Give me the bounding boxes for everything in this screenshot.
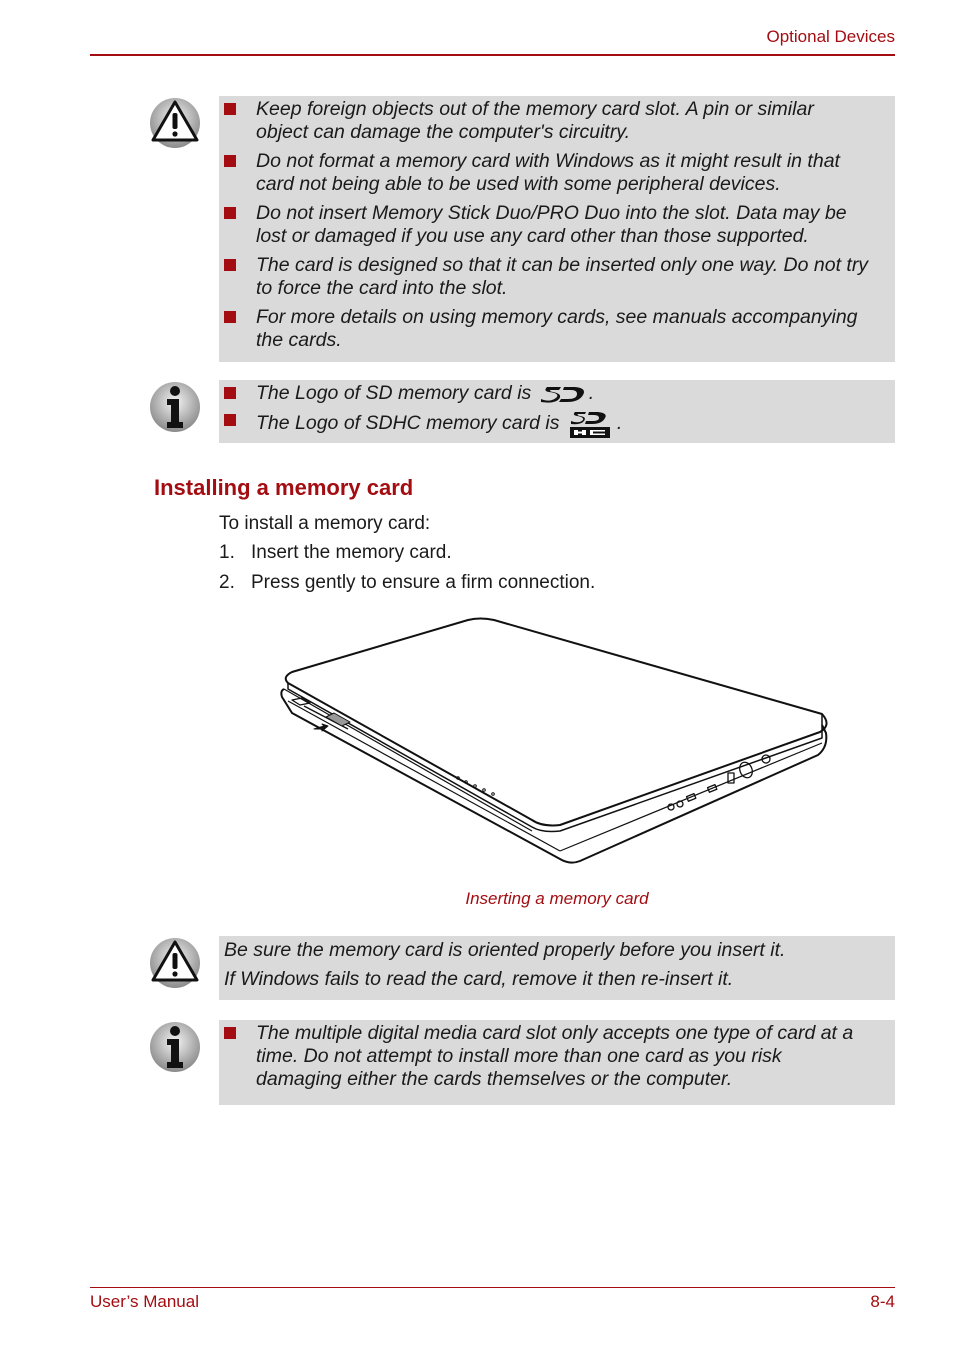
caution-item: The card is designed so that it can be i…: [219, 254, 895, 300]
caution-line: Be sure the memory card is oriented prop…: [224, 939, 786, 961]
sd-logo-icon: [540, 386, 584, 403]
footer-rule: [90, 1287, 895, 1288]
laptop-lid: [284, 617, 828, 827]
bullet-square: [224, 414, 236, 426]
bullet-square: [224, 387, 236, 399]
info-icon: [150, 1022, 200, 1072]
step-item: 1. Insert the memory card.: [219, 542, 452, 563]
running-header: Optional Devices: [766, 27, 895, 46]
bullet-square: [224, 1027, 236, 1039]
info-item: The Logo of SD memory card is .: [219, 382, 895, 405]
caution-item: Do not format a memory card with Windows…: [219, 150, 895, 196]
warning-icon: [150, 98, 200, 148]
bullet-square: [224, 103, 236, 115]
info-icon: [150, 382, 200, 432]
footer-manual-title: User’s Manual: [90, 1292, 199, 1311]
caution-item: For more details on using memory cards, …: [219, 306, 895, 352]
page-number: 8-4: [870, 1292, 895, 1311]
bullet-square: [224, 207, 236, 219]
sdhc-logo-icon: [569, 412, 610, 438]
section-heading: Installing a memory card: [154, 475, 414, 500]
bullet-square: [224, 155, 236, 167]
caution-box: Be sure the memory card is oriented prop…: [219, 936, 895, 1000]
intro-text: To install a memory card:: [219, 513, 431, 534]
header-rule: [90, 54, 895, 56]
info-item: The Logo of SDHC memory card is .: [219, 409, 895, 439]
bullet-square: [224, 259, 236, 271]
warning-icon: [150, 938, 200, 988]
step-item: 2. Press gently to ensure a firm connecti…: [219, 572, 596, 593]
caution-item: Do not insert Memory Stick Duo/PRO Duo i…: [219, 202, 895, 248]
laptop-illustration: [280, 617, 828, 864]
info-box: The multiple digital media card slot onl…: [219, 1020, 895, 1105]
caution-box: Keep foreign objects out of the memory c…: [219, 96, 895, 362]
info-item: The multiple digital media card slot onl…: [219, 1022, 895, 1091]
bullet-square: [224, 311, 236, 323]
info-box: The Logo of SD memory card is . The Logo…: [219, 380, 895, 443]
figure-caption: Inserting a memory card: [465, 889, 649, 908]
caution-item: Keep foreign objects out of the memory c…: [219, 98, 895, 144]
caution-line: If Windows fails to read the card, remov…: [224, 968, 734, 990]
